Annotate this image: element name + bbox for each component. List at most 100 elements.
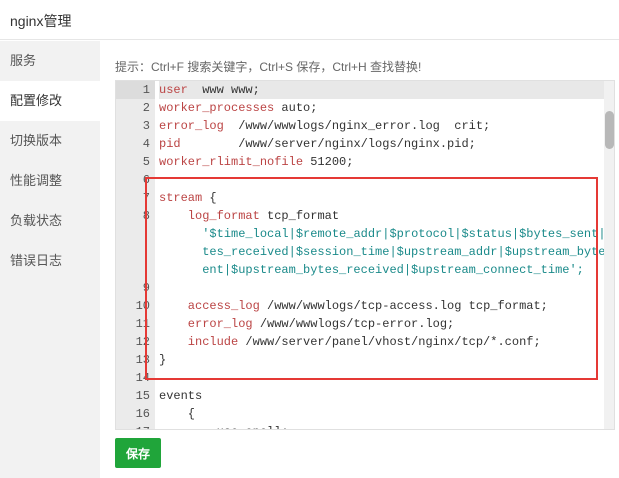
- line-number: 8: [142, 209, 150, 223]
- code-line[interactable]: 1 user www www;: [116, 81, 604, 99]
- line-number: 2: [142, 101, 150, 115]
- code-token: log_format: [159, 209, 260, 223]
- editor-scrollbar-thumb[interactable]: [605, 111, 614, 149]
- line-number: 1: [116, 81, 155, 99]
- line-number: 5: [142, 155, 150, 169]
- code-token: pid: [159, 137, 181, 151]
- code-lines[interactable]: 1 user www www; 2 worker_processes auto; 3 er…: [116, 81, 614, 429]
- line-number: 14: [135, 371, 150, 385]
- code-token: auto;: [274, 101, 318, 115]
- code-token: $remote_addr: [295, 227, 383, 241]
- code-token: |: [223, 263, 232, 277]
- window-title-bar: nginx管理: [0, 0, 619, 40]
- line-number: 3: [142, 119, 150, 133]
- line-number: 15: [135, 389, 150, 403]
- code-token: $upstream_connect_time: [411, 263, 570, 277]
- code-token: |: [403, 263, 412, 277]
- window-title: nginx管理: [10, 13, 72, 29]
- sidebar-item-error-log[interactable]: 错误日志: [0, 241, 100, 281]
- line-text: log_format tcp_format: [159, 207, 604, 225]
- line-number: 10: [135, 299, 150, 313]
- code-token: 51200;: [303, 155, 354, 169]
- sidebar-item-performance[interactable]: 性能调整: [0, 161, 100, 201]
- code-token: $time_local: [209, 227, 289, 241]
- code-line[interactable]: 13}: [116, 351, 604, 369]
- code-line[interactable]: 10 access_log /www/wwwlogs/tcp-access.lo…: [116, 297, 604, 315]
- code-line[interactable]: 17 use epoll;: [116, 423, 604, 429]
- save-button[interactable]: 保存: [115, 438, 161, 468]
- code-token: }: [159, 353, 167, 367]
- sidebar-item-load-status[interactable]: 负载状态: [0, 201, 100, 241]
- code-line[interactable]: 12 include /www/server/panel/vhost/nginx…: [116, 333, 604, 351]
- code-token: ent: [159, 263, 224, 277]
- line-number: 4: [142, 137, 150, 151]
- code-token: user: [159, 83, 188, 97]
- line-text: worker_rlimit_nofile 51200;: [159, 153, 604, 171]
- code-token: $upstream_bytes_received: [231, 263, 404, 277]
- sidebar-item-switch-version[interactable]: 切换版本: [0, 121, 100, 161]
- code-line[interactable]: 3 error_log /www/wwwlogs/nginx_error.log …: [116, 117, 604, 135]
- code-token: $upstream_bytes_s: [504, 245, 615, 259]
- line-text: stream {: [159, 189, 604, 207]
- code-line[interactable]: 16 {: [116, 405, 604, 423]
- code-line[interactable]: 11 error_log /www/wwwlogs/tcp-error.log;: [116, 315, 604, 333]
- code-token: stream: [159, 191, 203, 205]
- line-number: 9: [142, 281, 150, 295]
- line-text: error_log /www/wwwlogs/nginx_error.log c…: [159, 117, 604, 135]
- code-line[interactable]: '$time_local|$remote_addr|$protocol|$sta…: [116, 225, 614, 279]
- code-line[interactable]: 4 pid /www/server/nginx/logs/nginx.pid;: [116, 135, 604, 153]
- line-text: access_log /www/wwwlogs/tcp-access.log t…: [159, 297, 604, 315]
- code-token: /www/wwwlogs/nginx_error.log crit;: [223, 119, 491, 133]
- code-token: ': [159, 227, 210, 241]
- wrapped-segment: tes_received|$session_time|$upstream_add…: [159, 243, 614, 261]
- line-text: events: [159, 387, 604, 405]
- line-text: [159, 279, 604, 297]
- line-number: 13: [135, 353, 150, 367]
- sidebar-item-config[interactable]: 配置修改: [0, 81, 100, 121]
- wrapped-segment: '$time_local|$remote_addr|$protocol|$sta…: [159, 225, 614, 243]
- code-line[interactable]: 7 stream {: [116, 189, 604, 207]
- code-token: use epoll;: [159, 425, 289, 429]
- wrapped-segment: ent|$upstream_bytes_received|$upstream_c…: [159, 261, 604, 279]
- line-text: use epoll;: [159, 423, 604, 429]
- code-token: ';: [569, 263, 584, 277]
- line-text: [159, 369, 604, 387]
- code-token: $protocol: [389, 227, 455, 241]
- code-token: $upstream_addr: [396, 245, 498, 259]
- code-line[interactable]: 14: [116, 369, 604, 387]
- code-token: www www;: [187, 83, 260, 97]
- line-text: '$time_local|$remote_addr|$protocol|$sta…: [159, 225, 614, 279]
- code-token: {: [159, 407, 196, 421]
- code-token: |: [497, 245, 505, 259]
- code-token: $session_time: [295, 245, 390, 259]
- sidebar: 服务 配置修改 切换版本 性能调整 负载状态 错误日志: [0, 41, 100, 478]
- code-token: events: [159, 389, 203, 403]
- line-number: [116, 225, 155, 279]
- code-line[interactable]: 15 events: [116, 387, 604, 405]
- line-text: include /www/server/panel/vhost/nginx/tc…: [159, 333, 604, 351]
- code-line[interactable]: 2 worker_processes auto;: [116, 99, 604, 117]
- line-text: user www www;: [159, 81, 604, 99]
- code-line[interactable]: 5 worker_rlimit_nofile 51200;: [116, 153, 604, 171]
- code-token: |: [389, 245, 397, 259]
- code-token: {: [202, 191, 217, 205]
- code-token: /www/server/nginx/logs/nginx.pid;: [180, 137, 476, 151]
- code-token: $bytes_sent: [519, 227, 599, 241]
- code-token: tcp_format: [259, 209, 340, 223]
- code-token: error_log: [159, 119, 224, 133]
- code-token: include: [159, 335, 239, 349]
- line-number: 12: [135, 335, 150, 349]
- code-token: tes_received: [159, 245, 289, 259]
- code-editor[interactable]: 1 user www www; 2 worker_processes auto; 3 er…: [115, 80, 615, 430]
- line-number: 17: [116, 423, 155, 429]
- line-text: error_log /www/wwwlogs/tcp-error.log;: [159, 315, 604, 333]
- code-token: worker_processes: [159, 101, 275, 115]
- line-text: [159, 171, 604, 189]
- code-token: |: [288, 245, 296, 259]
- code-line[interactable]: 6: [116, 171, 604, 189]
- code-token: /www/wwwlogs/tcp-error.log;: [252, 317, 455, 331]
- sidebar-item-service[interactable]: 服务: [0, 41, 100, 81]
- code-line[interactable]: 8 log_format tcp_format: [116, 207, 604, 225]
- code-line[interactable]: 9: [116, 279, 604, 297]
- line-number: 7: [142, 191, 150, 205]
